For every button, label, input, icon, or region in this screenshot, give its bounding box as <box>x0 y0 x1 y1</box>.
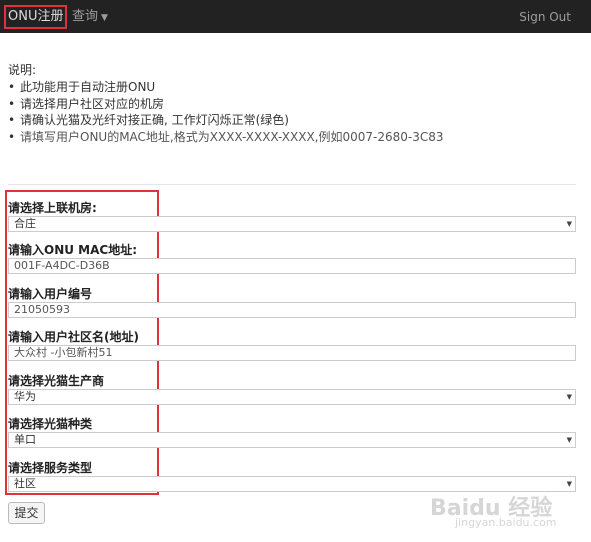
select-arrow-icon: ▼ <box>566 393 572 401</box>
description-item: • 此功能用于自动注册ONU <box>8 80 156 94</box>
modem-type-label: 请选择光猫种类 <box>8 417 93 431</box>
vendor-select-value: 华为 <box>14 390 36 403</box>
nav-query-label: 查询 <box>72 9 99 24</box>
user-id-input[interactable]: 21050593 <box>8 302 576 318</box>
community-label: 请输入用户社区名(地址) <box>8 330 139 344</box>
vendor-label: 请选择光猫生产商 <box>8 374 105 388</box>
description-item: • 请选择用户社区对应的机房 <box>8 96 165 111</box>
baidu-watermark-url: jingyan.baidu.com <box>455 516 557 529</box>
modem-type-select[interactable]: 单口 ▼ <box>8 432 576 448</box>
vendor-select[interactable]: 华为 ▼ <box>8 389 576 405</box>
brand-onu-register[interactable]: ONU注册 <box>3 5 68 29</box>
description-item: • 请确认光猫及光纤对接正确, 工作灯闪烁正常(绿色) <box>8 113 289 127</box>
submit-button[interactable]: 提交 <box>8 502 45 524</box>
bullet-icon: • <box>8 129 16 144</box>
description-list: • 此功能用于自动注册ONU • 请选择用户社区对应的机房 • 请确认光猫及光纤对接正… <box>8 79 444 145</box>
select-arrow-icon: ▼ <box>566 220 572 228</box>
description-item: • 请填写用户ONU的MAC地址,格式为XXXX-XXXX-XXXX,例如0007… <box>8 129 444 144</box>
divider <box>8 184 576 185</box>
description-title: 说明: <box>8 63 37 77</box>
mac-input[interactable]: 001F-A4DC-D36B <box>8 258 576 274</box>
caret-down-icon: ▼ <box>101 13 108 23</box>
select-arrow-icon: ▼ <box>566 480 572 488</box>
select-arrow-icon: ▼ <box>566 436 572 444</box>
service-type-select-value: 社区 <box>14 477 36 490</box>
room-select[interactable]: 合庄 ▼ <box>8 216 576 232</box>
top-navbar: ONU注册 查询 ▼ Sign Out <box>0 0 591 33</box>
nav-query-dropdown[interactable]: 查询 ▼ <box>72 7 108 27</box>
sign-out-link[interactable]: Sign Out <box>519 7 571 27</box>
bullet-icon: • <box>8 113 16 127</box>
bullet-icon: • <box>8 80 16 94</box>
community-input[interactable]: 大众村 -小包新村51 <box>8 345 576 361</box>
room-label: 请选择上联机房: <box>8 201 97 215</box>
room-select-value: 合庄 <box>14 217 36 230</box>
bullet-icon: • <box>8 96 16 111</box>
service-type-label: 请选择服务类型 <box>8 461 93 475</box>
mac-label: 请输入ONU MAC地址: <box>8 243 138 257</box>
user-id-label: 请输入用户编号 <box>8 287 93 301</box>
modem-type-select-value: 单口 <box>14 433 36 446</box>
